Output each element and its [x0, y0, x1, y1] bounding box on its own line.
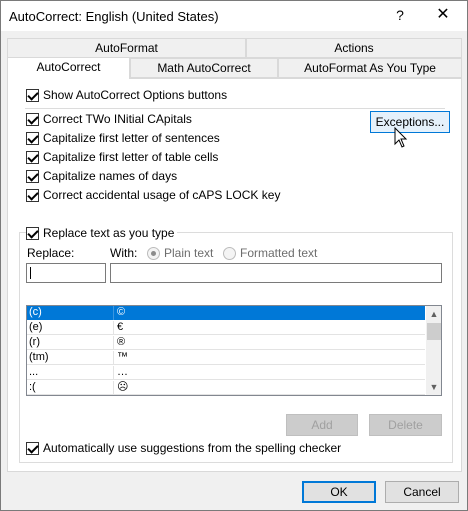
entry-with: … — [117, 366, 128, 378]
list-item[interactable]: (c) © — [27, 306, 425, 320]
tab-autocorrect[interactable]: AutoCorrect — [7, 57, 130, 79]
with-input[interactable] — [110, 263, 442, 283]
cap-sentences-checkbox[interactable] — [26, 131, 39, 145]
entry-replace: (r) — [29, 336, 40, 348]
add-button[interactable]: Add — [286, 414, 358, 436]
title-bar: AutoCorrect: English (United States) ? ✕ — [1, 1, 467, 31]
replace-as-type-row[interactable]: Replace text as you type — [26, 225, 178, 241]
column-divider — [113, 336, 114, 350]
caps-lock-checkbox[interactable] — [26, 188, 39, 202]
delete-button[interactable]: Delete — [369, 414, 442, 436]
cap-cells-row[interactable]: Capitalize first letter of table cells — [26, 149, 218, 165]
show-options-label: Show AutoCorrect Options buttons — [43, 88, 228, 102]
close-button[interactable]: ✕ — [428, 3, 458, 29]
list-item[interactable]: (r) ® — [27, 336, 425, 350]
autocorrect-dialog: AutoCorrect: English (United States) ? ✕… — [0, 0, 468, 511]
show-options-checkbox[interactable] — [26, 88, 39, 102]
help-button[interactable]: ? — [385, 3, 415, 29]
cap-days-label: Capitalize names of days — [43, 169, 178, 183]
cap-sentences-row[interactable]: Capitalize first letter of sentences — [26, 130, 220, 146]
text-caret — [30, 267, 31, 279]
list-item[interactable]: (e) € — [27, 321, 425, 335]
dialog-title: AutoCorrect: English (United States) — [9, 9, 219, 24]
entry-replace: (e) — [29, 321, 43, 333]
spelling-suggestions-row[interactable]: Automatically use suggestions from the s… — [26, 440, 341, 456]
column-divider — [113, 306, 114, 320]
spelling-suggestions-label: Automatically use suggestions from the s… — [43, 441, 342, 455]
spelling-suggestions-checkbox[interactable] — [26, 441, 39, 455]
plain-text-radio-row[interactable]: Plain text — [147, 245, 213, 261]
divider — [25, 108, 445, 109]
ok-button[interactable]: OK — [302, 481, 376, 503]
entry-with: ™ — [117, 351, 128, 363]
list-scrollbar[interactable]: ▲ ▼ — [426, 306, 441, 395]
autocorrect-entries-list[interactable]: (c) © (e) € (r) ® (tm) ™ ... … :( ☹ ▲ ▼ — [26, 305, 442, 396]
formatted-text-radio-row[interactable]: Formatted text — [223, 245, 317, 261]
column-divider — [113, 381, 114, 395]
entry-replace: (c) — [29, 306, 42, 318]
entry-with: ® — [117, 336, 126, 348]
replace-as-type-checkbox[interactable] — [26, 226, 39, 240]
two-initials-checkbox[interactable] — [26, 112, 39, 126]
entry-with: ☹ — [117, 381, 129, 393]
entry-replace: (tm) — [29, 351, 49, 363]
scroll-up-icon[interactable]: ▲ — [426, 306, 441, 322]
list-item[interactable]: (tm) ™ — [27, 351, 425, 365]
tab-autoformat[interactable]: AutoFormat — [7, 38, 246, 58]
cap-cells-label: Capitalize first letter of table cells — [43, 150, 219, 164]
tab-actions[interactable]: Actions — [246, 38, 462, 58]
show-options-row[interactable]: Show AutoCorrect Options buttons — [26, 87, 227, 103]
formatted-text-label: Formatted text — [240, 246, 318, 260]
mouse-pointer-icon — [394, 127, 408, 148]
column-divider — [113, 321, 114, 335]
cap-sentences-label: Capitalize first letter of sentences — [43, 131, 220, 145]
two-initials-label: Correct TWo INitial CApitals — [43, 112, 192, 126]
replace-label: Replace: — [27, 246, 75, 260]
cap-days-checkbox[interactable] — [26, 169, 39, 183]
caps-lock-label: Correct accidental usage of cAPS LOCK ke… — [43, 188, 281, 202]
cancel-button[interactable]: Cancel — [385, 481, 459, 503]
entry-with: © — [117, 306, 126, 318]
caps-lock-row[interactable]: Correct accidental usage of cAPS LOCK ke… — [26, 187, 280, 203]
tab-autoformat-as-you-type[interactable]: AutoFormat As You Type — [278, 58, 462, 78]
plain-text-radio[interactable] — [147, 246, 160, 260]
formatted-text-radio[interactable] — [223, 246, 236, 260]
scroll-down-icon[interactable]: ▼ — [426, 379, 441, 395]
scroll-thumb[interactable] — [427, 323, 441, 340]
entry-with: € — [117, 321, 124, 333]
tab-math-autocorrect[interactable]: Math AutoCorrect — [130, 58, 278, 78]
with-label: With: — [110, 246, 138, 260]
entry-replace: ... — [29, 366, 39, 378]
replace-input[interactable] — [26, 263, 106, 283]
column-divider — [113, 366, 114, 380]
two-initials-row[interactable]: Correct TWo INitial CApitals — [26, 111, 192, 127]
exceptions-button[interactable]: Exceptions... — [370, 111, 450, 133]
list-item[interactable]: :( ☹ — [27, 381, 425, 395]
plain-text-label: Plain text — [164, 246, 214, 260]
cap-days-row[interactable]: Capitalize names of days — [26, 168, 177, 184]
replace-as-type-label: Replace text as you type — [43, 226, 175, 240]
entry-replace: :( — [29, 381, 36, 393]
column-divider — [113, 351, 114, 365]
list-item[interactable]: ... … — [27, 366, 425, 380]
cap-cells-checkbox[interactable] — [26, 150, 39, 164]
